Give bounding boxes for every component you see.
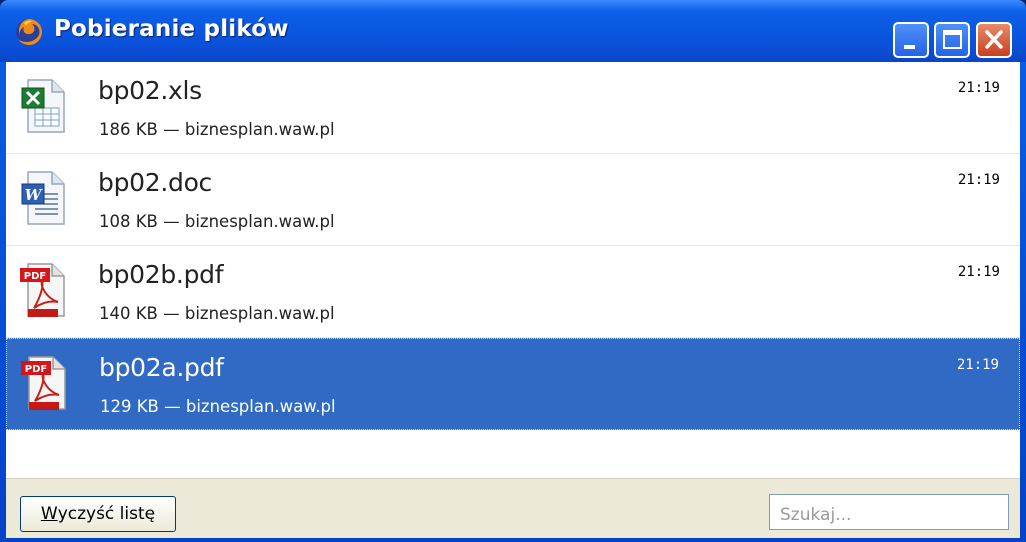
pdf-document-icon: PDF	[20, 263, 65, 317]
file-name: bp02.doc	[98, 168, 213, 197]
minimize-button[interactable]	[893, 22, 929, 58]
excel-document-icon	[21, 79, 65, 133]
download-item[interactable]: PDF bp02b.pdf 140 KB — biznesplan.waw.pl…	[6, 246, 1020, 338]
bottom-toolbar: Wyczyść listę	[6, 478, 1020, 538]
clear-list-accesskey: W	[40, 504, 58, 524]
clear-list-label: yczyść listę	[57, 504, 156, 524]
download-item[interactable]: W bp02.doc 108 KB — biznesplan.waw.pl 21…	[6, 154, 1020, 246]
file-size-source: 129 KB — biznesplan.waw.pl	[100, 397, 336, 416]
window-client-area: bp02.xls 186 KB — biznesplan.waw.pl 21:1…	[6, 62, 1020, 538]
download-item[interactable]: bp02.xls 186 KB — biznesplan.waw.pl 21:1…	[6, 62, 1020, 154]
svg-text:PDF: PDF	[25, 364, 47, 375]
svg-text:W: W	[25, 186, 44, 204]
clear-list-button[interactable]: Wyczyść listę	[20, 496, 176, 532]
title-bar[interactable]: Pobieranie plików	[0, 0, 1026, 62]
file-size-source: 186 KB — biznesplan.waw.pl	[99, 120, 335, 139]
firefox-icon	[16, 19, 42, 45]
download-time: 21:19	[956, 357, 999, 373]
file-name: bp02a.pdf	[99, 353, 224, 382]
download-time: 21:19	[957, 80, 1000, 96]
downloads-window: Pobieranie plików bp02.xls 186 KB — bizn…	[0, 0, 1026, 542]
search-input[interactable]	[769, 494, 1009, 530]
download-list[interactable]: bp02.xls 186 KB — biznesplan.waw.pl 21:1…	[6, 62, 1020, 478]
file-name: bp02.xls	[98, 76, 202, 105]
word-document-icon: W	[21, 171, 65, 225]
close-icon	[985, 30, 1003, 49]
window-title: Pobieranie plików	[54, 16, 289, 42]
file-size-source: 108 KB — biznesplan.waw.pl	[99, 212, 335, 231]
maximize-button[interactable]	[934, 22, 970, 58]
svg-text:PDF: PDF	[24, 271, 46, 282]
close-button[interactable]	[976, 22, 1012, 58]
file-size-source: 140 KB — biznesplan.waw.pl	[99, 304, 335, 323]
download-time: 21:19	[957, 172, 1000, 188]
minimize-icon	[904, 45, 915, 49]
download-item-selected[interactable]: PDF bp02a.pdf 129 KB — biznesplan.waw.pl…	[6, 338, 1020, 430]
pdf-document-icon: PDF	[21, 356, 66, 410]
file-name: bp02b.pdf	[98, 260, 224, 289]
download-time: 21:19	[957, 264, 1000, 280]
maximize-icon	[943, 30, 962, 49]
